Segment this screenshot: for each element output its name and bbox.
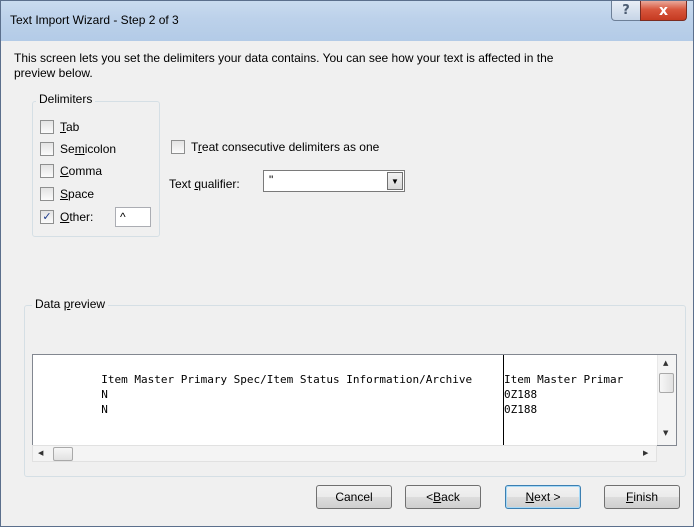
preview-grid: Item Master Primary Spec/Item Status Inf… [33,355,657,445]
scroll-right-icon[interactable]: ▶ [643,449,648,457]
help-button[interactable]: ? [611,1,641,21]
other-checkbox-label: Other: [60,210,94,224]
tab-checkbox[interactable]: Tab [40,120,79,134]
horizontal-scroll-thumb[interactable] [53,447,73,461]
back-button[interactable]: < Back [405,485,481,509]
intro-line-2: preview below. [14,66,93,80]
data-preview-pane[interactable]: Item Master Primary Spec/Item Status Inf… [32,354,677,446]
vertical-scroll-thumb[interactable] [659,373,674,393]
preview-row: N 0Z188 [35,390,537,429]
treat-consecutive-label: Treat consecutive delimiters as one [191,140,380,154]
space-checkbox-label: Space [60,187,95,201]
title-bar[interactable]: Text Import Wizard - Step 2 of 3 ? x [1,1,693,41]
dropdown-arrow-icon[interactable]: ▼ [387,172,403,190]
vertical-scrollbar[interactable]: ▲ ▼ [657,355,676,445]
text-qualifier-value: " [269,173,274,187]
scroll-left-icon[interactable]: ◀ [38,449,43,457]
intro-line-1: This screen lets you set the delimiters … [14,51,554,65]
close-button[interactable]: x [640,1,687,21]
delimiters-group-label: Delimiters [36,92,96,106]
next-button[interactable]: Next > [505,485,581,509]
space-checkbox-box[interactable] [40,187,54,201]
window-title: Text Import Wizard - Step 2 of 3 [10,13,179,27]
comma-checkbox[interactable]: Comma [40,164,102,178]
tab-checkbox-label: Tab [60,120,80,134]
other-checkbox[interactable]: ✓ Other: [40,210,93,224]
scroll-down-icon[interactable]: ▼ [663,429,668,437]
help-icon: ? [622,3,630,18]
check-mark-icon: ✓ [42,210,52,223]
preview-cell: Item Master Primar [504,373,624,386]
scroll-up-icon[interactable]: ▲ [663,359,668,367]
other-delimiter-input[interactable]: ^ [115,207,151,227]
treat-consecutive-checkbox-box[interactable] [171,140,185,154]
treat-consecutive-checkbox[interactable]: Treat consecutive delimiters as one [171,140,379,154]
data-preview-label: Data preview [32,297,109,311]
other-checkbox-box[interactable]: ✓ [40,210,54,224]
close-icon: x [658,2,669,19]
tab-checkbox-box[interactable] [40,120,54,134]
cancel-button[interactable]: Cancel [316,485,392,509]
text-qualifier-label: Text qualifier: [169,177,240,191]
intro-text: This screen lets you set the delimiters … [14,51,674,81]
semicolon-checkbox-label: Semicolon [60,142,117,156]
text-import-wizard-window: Text Import Wizard - Step 2 of 3 ? x Thi… [0,0,694,527]
preview-cell: 0Z188 [504,403,538,416]
preview-cell: 0Z188 [504,388,538,401]
comma-checkbox-box[interactable] [40,164,54,178]
text-qualifier-select[interactable]: " ▼ [263,170,405,192]
preview-cell: Item Master Primary Spec/Item Status Inf… [101,373,473,386]
preview-cell: N [101,403,108,416]
semicolon-checkbox-box[interactable] [40,142,54,156]
dialog-body: This screen lets you set the delimiters … [8,41,686,519]
semicolon-checkbox[interactable]: Semicolon [40,142,116,156]
horizontal-scrollbar[interactable]: ◀ ▶ [32,445,657,462]
comma-checkbox-label: Comma [60,164,103,178]
space-checkbox[interactable]: Space [40,187,94,201]
finish-button[interactable]: Finish [604,485,680,509]
